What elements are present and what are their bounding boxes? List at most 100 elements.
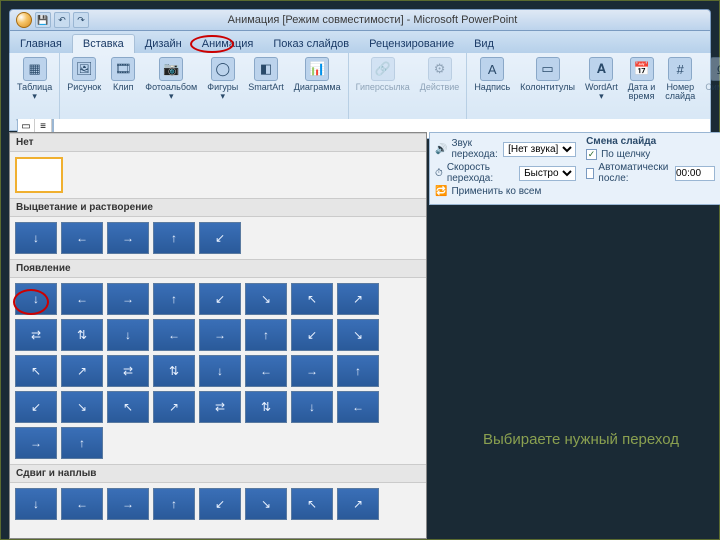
transition-thumb[interactable]: ↓: [291, 391, 333, 423]
wordart-icon: 𝐀: [589, 57, 613, 81]
transition-thumb[interactable]: ↓: [199, 355, 241, 387]
arrow-icon: ↑: [355, 364, 361, 378]
arrow-icon: ←: [76, 292, 88, 306]
transition-thumb[interactable]: ↘: [245, 488, 287, 520]
transition-thumb[interactable]: ↗: [337, 283, 379, 315]
ribbon-button-label: Фотоальбом ▾: [145, 83, 197, 101]
transition-thumb[interactable]: ←: [61, 222, 103, 254]
transition-thumb[interactable]: ↖: [291, 283, 333, 315]
transition-thumb[interactable]: ↑: [153, 283, 195, 315]
transition-thumb[interactable]: ⇅: [153, 355, 195, 387]
номер-слайда-icon: #: [668, 57, 692, 81]
ribbon-button-действие: ⚙Действие: [417, 55, 463, 94]
transition-thumb[interactable]: ↓: [15, 488, 57, 520]
arrow-icon: ↑: [171, 292, 177, 306]
transition-thumb[interactable]: ←: [61, 283, 103, 315]
transition-thumb[interactable]: ↙: [291, 319, 333, 351]
ribbon-button-клип[interactable]: 🎞Клип: [108, 55, 138, 94]
auto-after-value[interactable]: [675, 166, 715, 181]
transition-thumb[interactable]: ←: [337, 391, 379, 423]
transition-thumb[interactable]: ↑: [61, 427, 103, 459]
apply-all-button[interactable]: Применить ко всем: [451, 186, 541, 197]
transition-thumb[interactable]: ↑: [337, 355, 379, 387]
transition-thumb[interactable]: ↗: [337, 488, 379, 520]
arrow-icon: ⇄: [215, 400, 225, 414]
gallery-category-header: Нет: [10, 133, 426, 152]
transition-thumb[interactable]: ↘: [61, 391, 103, 423]
auto-after-checkbox[interactable]: [586, 168, 594, 179]
ribbon-tab-рецензирование[interactable]: Рецензирование: [359, 35, 464, 53]
transition-thumb[interactable]: ↖: [15, 355, 57, 387]
transition-thumb[interactable]: →: [291, 355, 333, 387]
transition-thumb[interactable]: ↙: [199, 222, 241, 254]
диаграмма-icon: 📊: [305, 57, 329, 81]
transition-thumb[interactable]: →: [107, 283, 149, 315]
transition-thumb[interactable]: ↖: [291, 488, 333, 520]
arrow-icon: ⇄: [123, 364, 133, 378]
on-click-checkbox[interactable]: ✓: [586, 149, 597, 160]
ribbon-button-фотоальбом[interactable]: 📷Фотоальбом ▾: [142, 55, 200, 103]
arrow-icon: ↙: [31, 400, 41, 414]
ribbon-tab-дизайн[interactable]: Дизайн: [135, 35, 192, 53]
transition-thumb[interactable]: ←: [245, 355, 287, 387]
arrow-icon: ↑: [171, 497, 177, 511]
ribbon-tab-вид[interactable]: Вид: [464, 35, 504, 53]
transition-thumb[interactable]: ↗: [61, 355, 103, 387]
transition-thumb[interactable]: ←: [61, 488, 103, 520]
ribbon-button-колонтитулы[interactable]: ▭Колонтитулы: [517, 55, 578, 94]
arrow-icon: ↘: [353, 328, 363, 342]
transition-thumb[interactable]: ⇄: [15, 319, 57, 351]
transition-thumb[interactable]: ⇅: [61, 319, 103, 351]
ribbon-button-label: SmartArt: [248, 83, 284, 92]
sound-label: Звук перехода:: [451, 138, 499, 160]
ribbon-button-надпись[interactable]: AНадпись: [471, 55, 513, 94]
ribbon-button-рисунок[interactable]: 🖼Рисунок: [64, 55, 104, 94]
ribbon-button-фигуры[interactable]: ◯Фигуры ▾: [204, 55, 241, 103]
transition-thumb[interactable]: ⇅: [245, 391, 287, 423]
transition-thumb[interactable]: ↙: [15, 391, 57, 423]
ribbon-button-номер-слайда[interactable]: #Номер слайда: [662, 55, 698, 103]
transition-thumb[interactable]: →: [199, 319, 241, 351]
ribbon-button-таблица[interactable]: ▦Таблица ▾: [14, 55, 55, 103]
transition-thumb[interactable]: ↓: [15, 283, 57, 315]
arrow-icon: ←: [260, 364, 272, 378]
ribbon-button-smartart[interactable]: ◧SmartArt: [245, 55, 287, 94]
ribbon-button-дата-и-время[interactable]: 📅Дата и время: [625, 55, 658, 103]
arrow-icon: ↓: [125, 328, 131, 342]
ribbon-button-диаграмма[interactable]: 📊Диаграмма: [291, 55, 344, 94]
ribbon-tab-показ слайдов[interactable]: Показ слайдов: [263, 35, 359, 53]
transition-thumb[interactable]: [15, 157, 63, 193]
sound-select[interactable]: [Нет звука]: [503, 142, 576, 157]
speed-select[interactable]: Быстро: [519, 166, 576, 181]
ribbon-tabs: ГлавнаяВставкаДизайнАнимацияПоказ слайдо…: [9, 31, 711, 53]
transition-thumb[interactable]: ←: [153, 319, 195, 351]
transition-thumb[interactable]: →: [107, 488, 149, 520]
qat-save[interactable]: 💾: [35, 12, 51, 28]
transition-thumb[interactable]: ↙: [199, 283, 241, 315]
qat-redo[interactable]: ↷: [73, 12, 89, 28]
transition-thumb[interactable]: ⇄: [107, 355, 149, 387]
transition-thumb[interactable]: ↗: [153, 391, 195, 423]
transition-thumb[interactable]: ↖: [107, 391, 149, 423]
transition-thumb[interactable]: →: [15, 427, 57, 459]
qat-undo[interactable]: ↶: [54, 12, 70, 28]
ribbon-tab-анимация[interactable]: Анимация: [192, 35, 264, 53]
transition-thumb[interactable]: ↘: [337, 319, 379, 351]
transition-thumb[interactable]: ↓: [107, 319, 149, 351]
transition-thumb[interactable]: ↙: [199, 488, 241, 520]
transition-thumb[interactable]: ↓: [15, 222, 57, 254]
ribbon-button-wordart[interactable]: 𝐀WordArt ▾: [582, 55, 621, 103]
ribbon-tab-главная[interactable]: Главная: [10, 35, 72, 53]
transition-thumb[interactable]: ↘: [245, 283, 287, 315]
дата-и-время-icon: 📅: [630, 57, 654, 81]
transition-thumb[interactable]: →: [107, 222, 149, 254]
transition-thumb[interactable]: ⇄: [199, 391, 241, 423]
gallery-category-header: Появление: [10, 259, 426, 278]
transition-options-panel: 🔊 Звук перехода: [Нет звука] ⏱ Скорость …: [429, 132, 720, 205]
arrow-icon: ↘: [261, 292, 271, 306]
office-button[interactable]: [16, 12, 32, 28]
transition-thumb[interactable]: ↑: [153, 222, 195, 254]
transition-thumb[interactable]: ↑: [245, 319, 287, 351]
ribbon-tab-вставка[interactable]: Вставка: [72, 34, 135, 53]
transition-thumb[interactable]: ↑: [153, 488, 195, 520]
